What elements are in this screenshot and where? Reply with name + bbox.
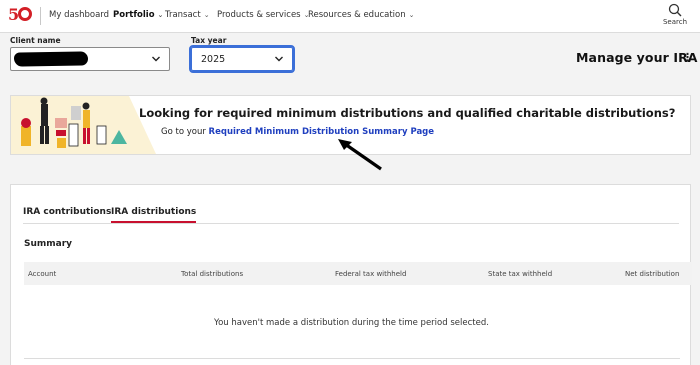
nav-item-products-services[interactable]: Products & services ⌄ (217, 10, 310, 21)
divider (24, 358, 680, 359)
column-header-federal-tax: Federal tax withheld (335, 270, 407, 278)
annotation-arrow-icon (338, 139, 382, 171)
column-header-state-tax: State tax withheld (488, 270, 553, 278)
nav-divider (40, 7, 41, 25)
chevron-down-icon: ⌄ (408, 11, 415, 19)
nav-item-label: Portfolio (113, 10, 155, 20)
page-title: Manage your IRA (576, 50, 698, 65)
nav-item-label: Resources & education (308, 10, 406, 20)
chevron-down-icon: ⌄ (157, 11, 164, 19)
ira-tabs: IRA contributions IRA distributions (23, 205, 679, 224)
client-name-label: Client name (10, 36, 61, 45)
brand-logo[interactable]: 505 (8, 6, 33, 24)
chevron-down-icon (152, 56, 160, 62)
nav-item-label: Products & services (217, 10, 301, 20)
nav-item-transact[interactable]: Transact ⌄ (165, 10, 210, 21)
client-name-select[interactable] (10, 47, 170, 71)
chevron-down-icon: ⌄ (203, 11, 210, 19)
tab-ira-contributions[interactable]: IRA contributions (23, 207, 111, 217)
nav-item-label: My dashboard (49, 10, 110, 20)
chevron-down-icon (275, 56, 283, 62)
redacted-client-name (13, 51, 89, 67)
tax-year-select[interactable]: 2025 (189, 45, 295, 73)
table-header: Account Total distributions Federal tax … (24, 262, 692, 285)
top-nav: 505 My dashboard Portfolio⌄ Transact⌄ Pr… (0, 0, 700, 33)
ira-card: IRA contributions IRA distributions Summ… (10, 184, 692, 365)
empty-state-message: You haven't made a distribution during t… (214, 318, 489, 328)
tab-ira-distributions[interactable]: IRA distributions (111, 207, 197, 223)
column-header-account: Account (28, 270, 57, 278)
banner-illustration (11, 96, 156, 154)
nav-item-label: Transact (165, 10, 201, 20)
tax-year-value: 2025 (201, 54, 226, 65)
search-icon (668, 3, 682, 17)
search-label: Search (662, 18, 688, 26)
summary-heading: Summary (24, 239, 73, 249)
search-button[interactable]: Search (662, 3, 688, 26)
banner-title: Looking for required minimum distributio… (139, 106, 676, 120)
people-illustration (21, 97, 127, 148)
tax-year-label: Tax year (191, 36, 227, 45)
rmd-summary-link[interactable]: Required Minimum Distribution Summary Pa… (209, 127, 434, 137)
column-header-net-distribution: Net distribution (625, 270, 680, 278)
nav-item-dashboard[interactable]: My dashboard (49, 10, 109, 21)
nav-item-resources-education[interactable]: Resources & education ⌄ (308, 10, 415, 21)
nav-item-portfolio[interactable]: Portfolio ⌄ (113, 10, 163, 21)
more-options-icon[interactable]: ⋮ (682, 51, 693, 64)
column-header-total-distributions: Total distributions (181, 270, 244, 278)
banner-prefix: Go to your (161, 127, 206, 137)
banner-subtext: Go to your Required Minimum Distribution… (161, 127, 434, 137)
